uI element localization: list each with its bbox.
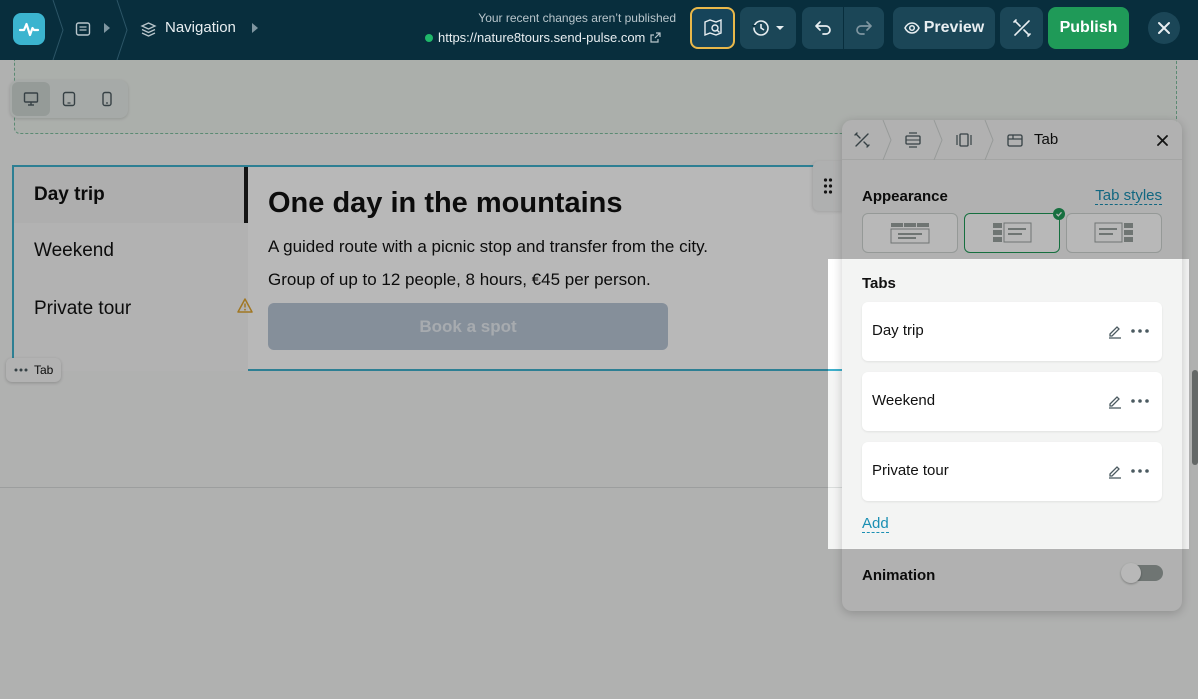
breadcrumb-separator xyxy=(52,0,64,60)
design-tools-button[interactable] xyxy=(1000,7,1043,49)
section-divider xyxy=(0,487,842,488)
tab-content-description: A guided route with a picnic stop and tr… xyxy=(268,237,709,256)
desktop-view-button[interactable] xyxy=(12,82,50,116)
history-icon xyxy=(752,20,769,36)
warning-icon xyxy=(237,298,253,318)
breadcrumb-separator xyxy=(933,120,943,160)
tab-element-icon xyxy=(1005,130,1025,150)
publish-button[interactable]: Publish xyxy=(1048,7,1129,49)
close-editor-button[interactable] xyxy=(1148,12,1180,44)
preview-button[interactable]: Preview xyxy=(893,7,995,49)
undo-icon xyxy=(814,21,831,35)
layout-option-left-tabs[interactable] xyxy=(964,208,1065,253)
layout-option-right-tabs[interactable] xyxy=(1066,213,1162,253)
book-spot-button[interactable]: Book a spot xyxy=(268,303,668,350)
tab-content-details: Group of up to 12 people, 8 hours, €45 p… xyxy=(268,270,651,289)
more-options-icon[interactable] xyxy=(1130,322,1150,340)
review-icon xyxy=(703,18,722,37)
edit-icon[interactable] xyxy=(1106,462,1124,480)
tab-row-label: Day trip xyxy=(872,322,924,339)
history-button[interactable] xyxy=(740,7,796,49)
column-icon[interactable] xyxy=(954,130,974,150)
drag-handle[interactable] xyxy=(813,161,843,211)
tablet-view-button[interactable] xyxy=(50,82,88,116)
redo-button[interactable] xyxy=(844,7,884,49)
breadcrumb-separator xyxy=(984,120,994,160)
page-icon[interactable] xyxy=(73,19,93,39)
top-toolbar: Navigation Your recent changes aren’t pu… xyxy=(0,0,1198,60)
breadcrumb-navigation[interactable]: Navigation xyxy=(165,19,236,36)
close-icon xyxy=(1158,22,1170,34)
eye-icon xyxy=(903,22,920,34)
tab-private-tour[interactable]: Private tour xyxy=(14,281,248,337)
tabs-element[interactable]: Day trip Weekend Private tour One day in… xyxy=(12,165,852,371)
more-options-icon[interactable] xyxy=(1130,392,1150,410)
site-url-text: https://nature8tours.send-pulse.com xyxy=(438,30,646,45)
section-icon[interactable] xyxy=(903,130,923,150)
device-switcher xyxy=(10,80,128,118)
breadcrumb-separator xyxy=(116,0,128,60)
tab-row-label: Weekend xyxy=(872,392,936,409)
chevron-down-icon xyxy=(776,26,784,30)
edit-icon[interactable] xyxy=(1106,322,1124,340)
layout-left-tabs-icon xyxy=(993,222,1032,243)
status-dot-icon xyxy=(425,33,433,42)
more-options-icon[interactable] xyxy=(1130,462,1150,480)
panel-title: Tab xyxy=(1034,131,1059,148)
layout-top-tabs-icon xyxy=(890,223,930,244)
tab-row-day-trip[interactable]: Day trip xyxy=(862,302,1162,361)
toggle-knob xyxy=(1121,563,1141,583)
review-button[interactable] xyxy=(690,7,735,49)
preview-label: Preview xyxy=(923,19,985,36)
tab-styles-link[interactable]: Tab styles xyxy=(1095,187,1162,205)
selected-check-icon xyxy=(1053,208,1065,220)
caret-right-icon[interactable] xyxy=(249,22,261,34)
drag-dots-icon xyxy=(823,178,833,194)
tablet-icon xyxy=(62,91,76,107)
caret-right-icon xyxy=(101,22,113,34)
more-dots-icon xyxy=(14,368,28,372)
logo-icon[interactable] xyxy=(13,13,45,45)
tab-weekend[interactable]: Weekend xyxy=(14,223,248,279)
undo-button[interactable] xyxy=(802,7,843,49)
tab-row-private-tour[interactable]: Private tour xyxy=(862,442,1162,501)
tabs-list-section: Tabs Day trip Weekend Private tour Add xyxy=(842,260,1182,548)
mobile-icon xyxy=(102,91,112,107)
desktop-icon xyxy=(23,92,39,106)
element-label-text: Tab xyxy=(34,363,54,377)
external-link-icon xyxy=(650,32,661,43)
unpublished-notice: Your recent changes aren’t published xyxy=(478,11,676,25)
panel-close-button[interactable] xyxy=(1152,130,1172,150)
page-scrollbar[interactable] xyxy=(1192,370,1198,465)
tab-row-weekend[interactable]: Weekend xyxy=(862,372,1162,431)
close-icon xyxy=(1156,134,1168,146)
tab-row-label: Private tour xyxy=(872,462,949,479)
element-label-chip[interactable]: Tab xyxy=(6,358,62,382)
tools-icon xyxy=(1012,19,1031,37)
settings-panel: Tab Appearance Tab styles Tabs Day trip … xyxy=(842,120,1182,611)
add-tab-link[interactable]: Add xyxy=(862,515,889,533)
tab-day-trip[interactable]: Day trip xyxy=(14,167,248,223)
layout-right-tabs-icon xyxy=(1094,222,1133,243)
animation-label: Animation xyxy=(862,567,936,584)
tab-content-title: One day in the mountains xyxy=(268,187,623,219)
redo-icon xyxy=(856,21,872,35)
breadcrumb-separator xyxy=(882,120,892,160)
tabs-heading: Tabs xyxy=(862,275,896,292)
layers-icon xyxy=(138,19,158,39)
appearance-heading: Appearance xyxy=(862,188,948,205)
mobile-view-button[interactable] xyxy=(88,82,126,116)
panel-breadcrumb: Tab xyxy=(842,120,1182,160)
edit-icon[interactable] xyxy=(1106,392,1124,410)
layout-option-top-tabs[interactable] xyxy=(862,213,958,253)
animation-toggle[interactable] xyxy=(1121,563,1163,583)
tabs-nav: Day trip Weekend Private tour xyxy=(14,167,248,371)
tools-icon[interactable] xyxy=(852,130,872,150)
site-url-link[interactable]: https://nature8tours.send-pulse.com xyxy=(425,30,661,45)
